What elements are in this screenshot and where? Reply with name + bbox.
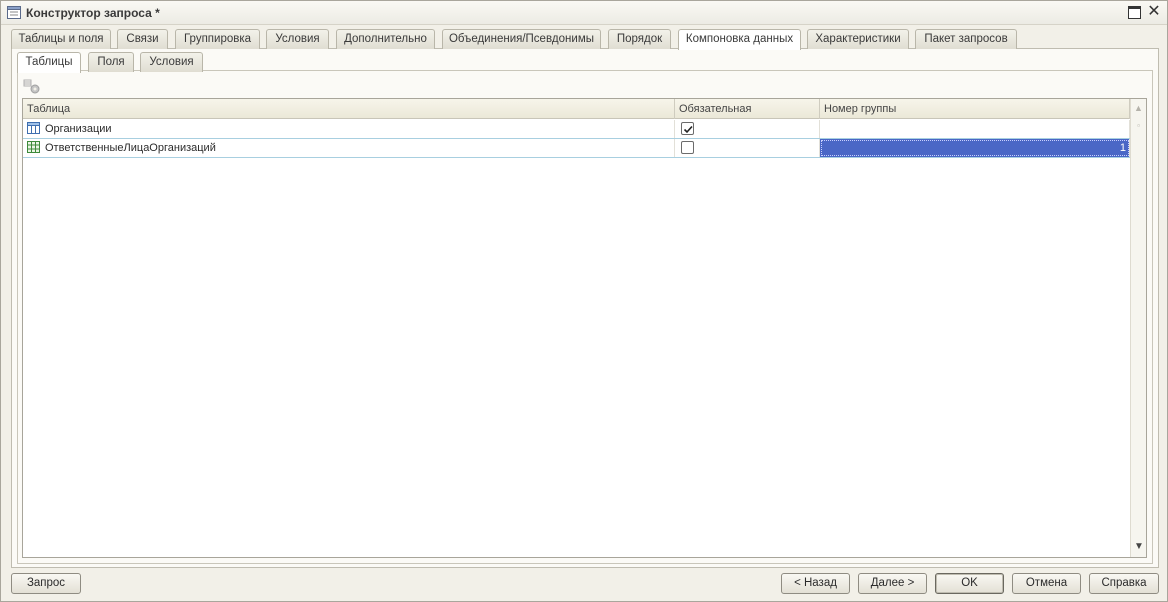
row-name-text: ОтветственныеЛицаОрганизаций	[45, 142, 216, 154]
tab-grouping[interactable]: Группировка	[175, 29, 260, 49]
row-group-number-selected[interactable]: 1	[820, 139, 1130, 157]
column-header-table[interactable]: Таблица	[23, 99, 675, 119]
tab-data-composition[interactable]: Компоновка данных	[678, 29, 801, 50]
subtab-fields[interactable]: Поля	[88, 52, 134, 72]
row-table-name[interactable]: ОтветственныеЛицаОрганизаций	[23, 139, 675, 157]
back-button[interactable]: < Назад	[781, 573, 850, 594]
table-row[interactable]: ОтветственныеЛицаОрганизаций 1	[23, 139, 1130, 158]
help-button[interactable]: Справка	[1089, 573, 1159, 594]
close-icon[interactable]: ✕	[1146, 3, 1162, 21]
required-checkbox-unchecked[interactable]	[681, 141, 694, 154]
query-builder-window: Конструктор запроса * ✕ Таблицы и поля С…	[0, 0, 1168, 602]
tab-conditions[interactable]: Условия	[266, 29, 329, 49]
window-form-icon	[7, 6, 21, 19]
checkmark-icon	[683, 125, 693, 134]
column-header-required[interactable]: Обязательная	[675, 99, 820, 119]
tab-characteristics[interactable]: Характеристики	[807, 29, 909, 49]
column-header-group-number[interactable]: Номер группы	[820, 99, 1130, 119]
subtab-conditions[interactable]: Условия	[140, 52, 203, 72]
row-table-name[interactable]: Организации	[23, 120, 675, 138]
scroll-thumb[interactable]: ▫	[1133, 121, 1144, 135]
row-required-cell[interactable]	[675, 120, 820, 138]
title-bar: Конструктор запроса * ✕	[1, 1, 1167, 25]
row-group-number[interactable]	[820, 120, 1130, 138]
row-name-text: Организации	[45, 123, 112, 135]
settings-gear-icon[interactable]	[23, 79, 41, 95]
table-row[interactable]: Организации	[23, 120, 1130, 139]
tab-order[interactable]: Порядок	[608, 29, 671, 49]
table-icon	[27, 122, 40, 134]
tab-additional[interactable]: Дополнительно	[336, 29, 435, 49]
scroll-up-icon[interactable]: ▲	[1134, 103, 1143, 113]
register-icon	[27, 141, 40, 153]
ok-button[interactable]: OK	[935, 573, 1004, 594]
window-title: Конструктор запроса *	[26, 6, 160, 20]
row-required-cell[interactable]	[675, 139, 820, 157]
tab-links[interactable]: Связи	[117, 29, 168, 49]
tab-tables-and-fields[interactable]: Таблицы и поля	[11, 29, 111, 49]
vertical-scrollbar[interactable]: ▲ ▫ ▼	[1130, 99, 1146, 557]
tab-query-batch[interactable]: Пакет запросов	[915, 29, 1017, 49]
cancel-button[interactable]: Отмена	[1012, 573, 1081, 594]
grid-header: Таблица Обязательная Номер группы	[23, 99, 1130, 119]
required-checkbox-checked[interactable]	[681, 122, 694, 135]
subtab-tables[interactable]: Таблицы	[17, 52, 81, 73]
next-button[interactable]: Далее >	[858, 573, 927, 594]
scroll-down-icon[interactable]: ▼	[1134, 541, 1144, 552]
tab-unions-aliases[interactable]: Объединения/Псевдонимы	[442, 29, 601, 49]
tables-grid: Таблица Обязательная Номер группы Органи…	[22, 98, 1147, 558]
maximize-button[interactable]	[1128, 6, 1141, 19]
query-button[interactable]: Запрос	[11, 573, 81, 594]
